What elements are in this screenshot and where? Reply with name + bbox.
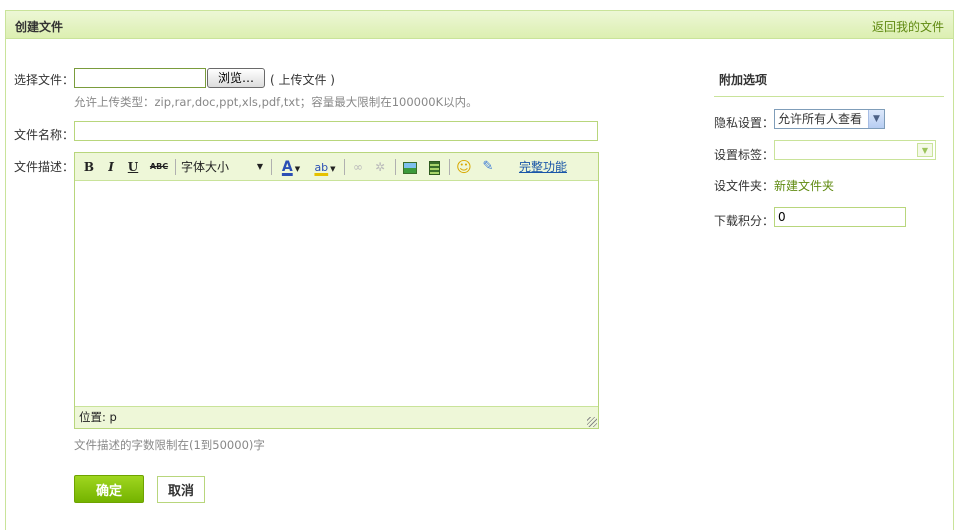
description-textarea[interactable]	[75, 181, 598, 406]
description-length-hint: 文件描述的字数限制在(1到50000)字	[74, 438, 265, 452]
highlight-icon: ab	[314, 161, 329, 174]
file-path-input[interactable]	[74, 68, 206, 88]
privacy-label: 隐私设置：	[714, 116, 775, 130]
page-title: 创建文件	[15, 20, 64, 34]
bold-button[interactable]: B	[81, 158, 97, 176]
dropdown-arrow-icon: ▼	[294, 165, 301, 173]
font-color-icon: A	[281, 159, 293, 175]
clear-format-icon[interactable]: ✎	[479, 158, 497, 176]
insert-video-icon[interactable]	[425, 158, 443, 176]
folder-label: 设文件夹：	[714, 179, 775, 193]
font-size-dropdown[interactable]: 字体大小 ▼	[181, 158, 265, 176]
additional-options-title: 附加选项	[714, 71, 944, 97]
allowed-types-hint: 允许上传类型：zip,rar,doc,ppt,xls,pdf,txt；容量最大限…	[74, 95, 478, 109]
editor-toolbar: B I U ABC 字体大小 ▼ A ▼ ab ▼ ∞ ✲ ☺ ✎ 完整功能	[75, 153, 598, 181]
chevron-down-icon[interactable]: ▼	[868, 110, 884, 128]
select-file-label: 选择文件：	[14, 73, 75, 87]
unlink-icon[interactable]: ✲	[371, 158, 389, 176]
tags-label: 设置标签：	[714, 148, 775, 162]
privacy-selected-value: 允许所有人查看	[778, 112, 863, 126]
link-icon[interactable]: ∞	[349, 158, 367, 176]
chevron-down-icon[interactable]: ▼	[917, 143, 933, 157]
new-folder-link[interactable]: 新建文件夹	[774, 177, 834, 194]
dropdown-arrow-icon: ▼	[330, 165, 336, 173]
strikethrough-button[interactable]: ABC	[147, 158, 171, 176]
panel-header: 创建文件 返回我的文件	[6, 11, 953, 39]
editor-status-bar: 位置: p	[75, 406, 598, 428]
tags-combobox[interactable]: ▼	[774, 140, 936, 160]
toolbar-separator	[175, 159, 176, 175]
italic-button[interactable]: I	[103, 158, 119, 176]
confirm-button[interactable]: 确定	[74, 475, 144, 503]
browse-button[interactable]: 浏览…	[207, 68, 265, 88]
privacy-select[interactable]: 允许所有人查看 ▼	[774, 109, 885, 129]
dropdown-arrow-icon: ▼	[256, 162, 263, 171]
file-name-input[interactable]	[74, 121, 598, 141]
resize-handle[interactable]	[587, 417, 597, 427]
underline-button[interactable]: U	[125, 158, 141, 176]
download-points-input[interactable]	[774, 207, 906, 227]
font-size-label: 字体大小	[181, 160, 230, 174]
points-label: 下载积分：	[714, 214, 775, 228]
upload-note: ( 上传文件 )	[270, 73, 335, 87]
toolbar-separator	[449, 159, 450, 175]
insert-image-icon[interactable]	[401, 158, 419, 176]
cursor-position: 位置: p	[79, 410, 117, 424]
toolbar-separator	[271, 159, 272, 175]
toolbar-separator	[344, 159, 345, 175]
description-editor: B I U ABC 字体大小 ▼ A ▼ ab ▼ ∞ ✲ ☺ ✎ 完整功能 位置:…	[74, 152, 599, 429]
toolbar-separator	[395, 159, 396, 175]
cancel-button[interactable]: 取消	[157, 476, 205, 503]
file-name-label: 文件名称：	[14, 128, 75, 142]
font-color-button[interactable]: A ▼	[277, 158, 305, 176]
highlight-color-button[interactable]: ab ▼	[309, 158, 341, 176]
description-label: 文件描述：	[14, 160, 75, 174]
back-to-my-files-link[interactable]: 返回我的文件	[872, 18, 944, 35]
emoticon-icon[interactable]: ☺	[455, 158, 473, 176]
full-features-link[interactable]: 完整功能	[515, 158, 571, 176]
